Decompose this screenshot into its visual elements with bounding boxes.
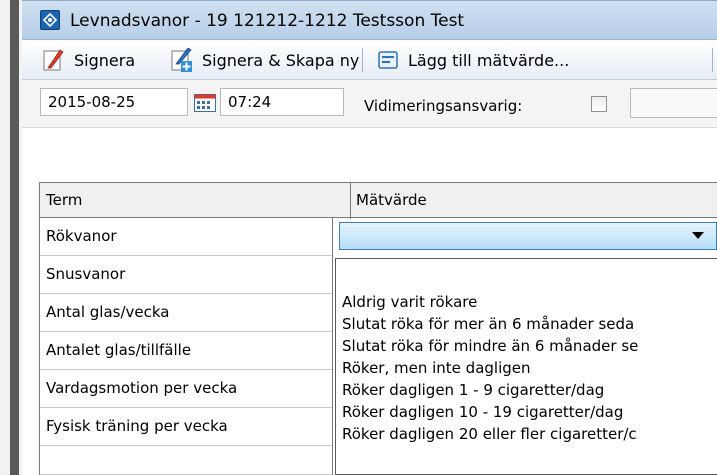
grid-column-divider xyxy=(332,218,333,475)
dropdown-option[interactable]: Röker dagligen 1 - 9 cigaretter/dag xyxy=(342,381,604,399)
sign-button[interactable]: Signera xyxy=(42,46,135,74)
dropdown-option[interactable]: Röker dagligen 10 - 19 cigaretter/dag xyxy=(342,403,623,421)
toolbar: Signera Signera & Skapa ny Lägg till mät… xyxy=(22,40,717,80)
vidimering-label: Vidimeringsansvarig: xyxy=(364,97,523,115)
sign-create-button-label: Signera & Skapa ny xyxy=(202,50,360,70)
levnadsvanor-window: Levnadsvanor - 19 121212-1212 Testsson T… xyxy=(22,0,717,475)
title-bar: Levnadsvanor - 19 121212-1212 Testsson T… xyxy=(22,0,717,40)
column-header-value[interactable]: Mätvärde xyxy=(356,191,427,209)
add-value-button[interactable]: Lägg till mätvärde... xyxy=(376,46,569,74)
date-input[interactable]: 2015-08-25 xyxy=(40,88,188,116)
toolbar-separator xyxy=(362,48,363,72)
table-row[interactable]: Vardagsmotion per vecka xyxy=(40,370,332,408)
dropdown-option[interactable]: Röker, men inte dagligen xyxy=(342,359,531,377)
row-term: Fysisk träning per vecka xyxy=(46,417,228,435)
app-icon xyxy=(40,10,60,30)
sign-button-label: Signera xyxy=(74,50,136,70)
column-header-term[interactable]: Term xyxy=(46,191,82,209)
sign-create-button[interactable]: Signera & Skapa ny xyxy=(170,46,359,74)
dropdown-option[interactable]: Röker dagligen 20 eller fler cigaretter/… xyxy=(342,425,637,443)
column-separator xyxy=(350,183,351,219)
left-edge xyxy=(0,0,22,475)
dropdown-option[interactable]: Slutat röka för mindre än 6 månader se xyxy=(342,337,638,355)
window-title: Levnadsvanor - 19 121212-1212 Testsson T… xyxy=(70,11,465,31)
table-row[interactable]: Antalet glas/tillfälle xyxy=(40,332,332,370)
table-row[interactable]: Rökvanor xyxy=(40,218,332,256)
row-term: Rökvanor xyxy=(46,227,117,245)
time-input[interactable]: 07:24 xyxy=(220,88,344,116)
dropdown-list: Aldrig varit rökare Slutat röka för mer … xyxy=(335,258,717,475)
dropdown-option[interactable]: Aldrig varit rökare xyxy=(342,293,477,311)
left-edge-bar xyxy=(10,0,19,475)
row-term: Vardagsmotion per vecka xyxy=(46,379,238,397)
table-row[interactable]: Fysisk träning per vecka xyxy=(40,408,332,446)
row-term: Antal glas/vecka xyxy=(46,303,170,321)
rokvanor-dropdown[interactable] xyxy=(339,222,717,250)
table-row[interactable]: Antal glas/vecka xyxy=(40,294,332,332)
row-term: Snusvanor xyxy=(46,265,126,283)
calendar-icon[interactable] xyxy=(194,94,216,112)
dropdown-option[interactable]: Slutat röka för mer än 6 månader seda xyxy=(342,315,634,333)
row-term: Antalet glas/tillfälle xyxy=(46,341,192,359)
add-measurement-icon xyxy=(376,48,400,72)
toolbar-separator-2 xyxy=(712,48,713,72)
pencil-document-add-icon xyxy=(170,47,194,72)
table-row[interactable]: Snusvanor xyxy=(40,256,332,294)
chevron-down-icon[interactable] xyxy=(692,232,704,239)
date-bar: 2015-08-25 07:24 Vidimeringsansvarig: xyxy=(22,80,717,128)
grid-header: Term Mätvärde xyxy=(40,182,717,219)
vidimering-field[interactable] xyxy=(630,88,717,118)
table-row[interactable] xyxy=(40,446,332,475)
vidimering-checkbox[interactable] xyxy=(591,96,607,112)
pencil-document-icon xyxy=(42,48,66,72)
add-value-button-label: Lägg till mätvärde... xyxy=(408,50,570,70)
